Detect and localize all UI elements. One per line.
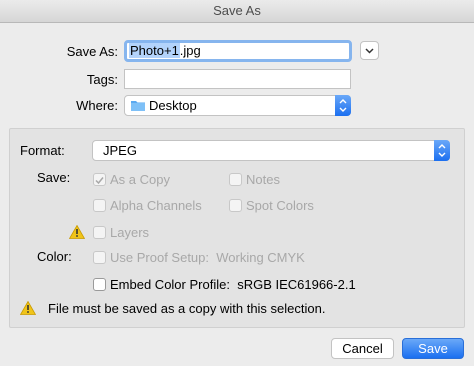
spot-colors-checkbox[interactable]: Spot Colors — [229, 198, 329, 214]
save-as-label: Save As: — [66, 44, 118, 59]
color-label: Color: — [37, 249, 72, 264]
use-proof-setup-label: Use Proof Setup: Working CMYK — [110, 250, 305, 265]
layers-label: Layers — [110, 225, 150, 240]
folder-icon — [131, 101, 145, 111]
proof-profile-value: Working CMYK — [216, 250, 305, 265]
notes-checkbox[interactable]: Notes — [229, 172, 319, 188]
filename-field[interactable]: Photo+1.jpg — [124, 40, 352, 62]
alpha-channels-label: Alpha Channels — [110, 198, 202, 213]
window-title-bar[interactable]: Save As — [0, 0, 474, 23]
tags-field[interactable] — [124, 69, 351, 89]
checkbox-box — [93, 226, 106, 239]
chevron-down-icon — [365, 48, 374, 54]
warning-icon — [69, 225, 85, 239]
cancel-button[interactable]: Cancel — [331, 338, 394, 359]
format-value: JPEG — [103, 143, 137, 158]
save-options-label: Save: — [37, 170, 71, 185]
where-popup[interactable]: Desktop — [124, 95, 351, 116]
checkmark-icon — [95, 177, 104, 185]
filename-selected-text: Photo+1 — [129, 43, 180, 58]
where-stepper[interactable] — [335, 95, 351, 116]
embed-color-profile-label: Embed Color Profile: sRGB IEC61966-2.1 — [110, 277, 356, 292]
warning-icon — [20, 301, 36, 315]
as-a-copy-checkbox[interactable]: As a Copy — [93, 172, 213, 188]
filename-extension: .jpg — [179, 43, 201, 58]
spot-colors-label: Spot Colors — [246, 198, 314, 213]
up-down-arrows-icon — [438, 144, 446, 157]
embed-color-profile-checkbox[interactable]: Embed Color Profile: sRGB IEC61966-2.1 — [93, 277, 373, 293]
alpha-channels-checkbox[interactable]: Alpha Channels — [93, 198, 223, 214]
embed-profile-value: sRGB IEC61966-2.1 — [237, 277, 356, 292]
where-label: Where: — [76, 98, 118, 113]
checkbox-box — [229, 199, 242, 212]
format-label: Format: — [20, 143, 65, 158]
layers-checkbox[interactable]: Layers — [93, 225, 193, 241]
checkbox-box — [229, 173, 242, 186]
notes-label: Notes — [246, 172, 280, 187]
as-a-copy-label: As a Copy — [110, 172, 170, 187]
tags-label: Tags: — [86, 72, 118, 87]
use-proof-setup-checkbox[interactable]: Use Proof Setup: Working CMYK — [93, 250, 353, 266]
window-title: Save As — [213, 3, 261, 18]
checkbox-box — [93, 251, 106, 264]
checkbox-box — [93, 278, 106, 291]
format-stepper[interactable] — [434, 140, 450, 161]
format-popup[interactable]: JPEG — [92, 140, 450, 161]
checkbox-box — [93, 173, 106, 186]
up-down-arrows-icon — [339, 99, 347, 112]
save-button[interactable]: Save — [402, 338, 464, 359]
expand-dialog-button[interactable] — [360, 41, 379, 60]
warning-message: File must be saved as a copy with this s… — [48, 301, 326, 316]
where-value: Desktop — [149, 98, 197, 113]
checkbox-box — [93, 199, 106, 212]
